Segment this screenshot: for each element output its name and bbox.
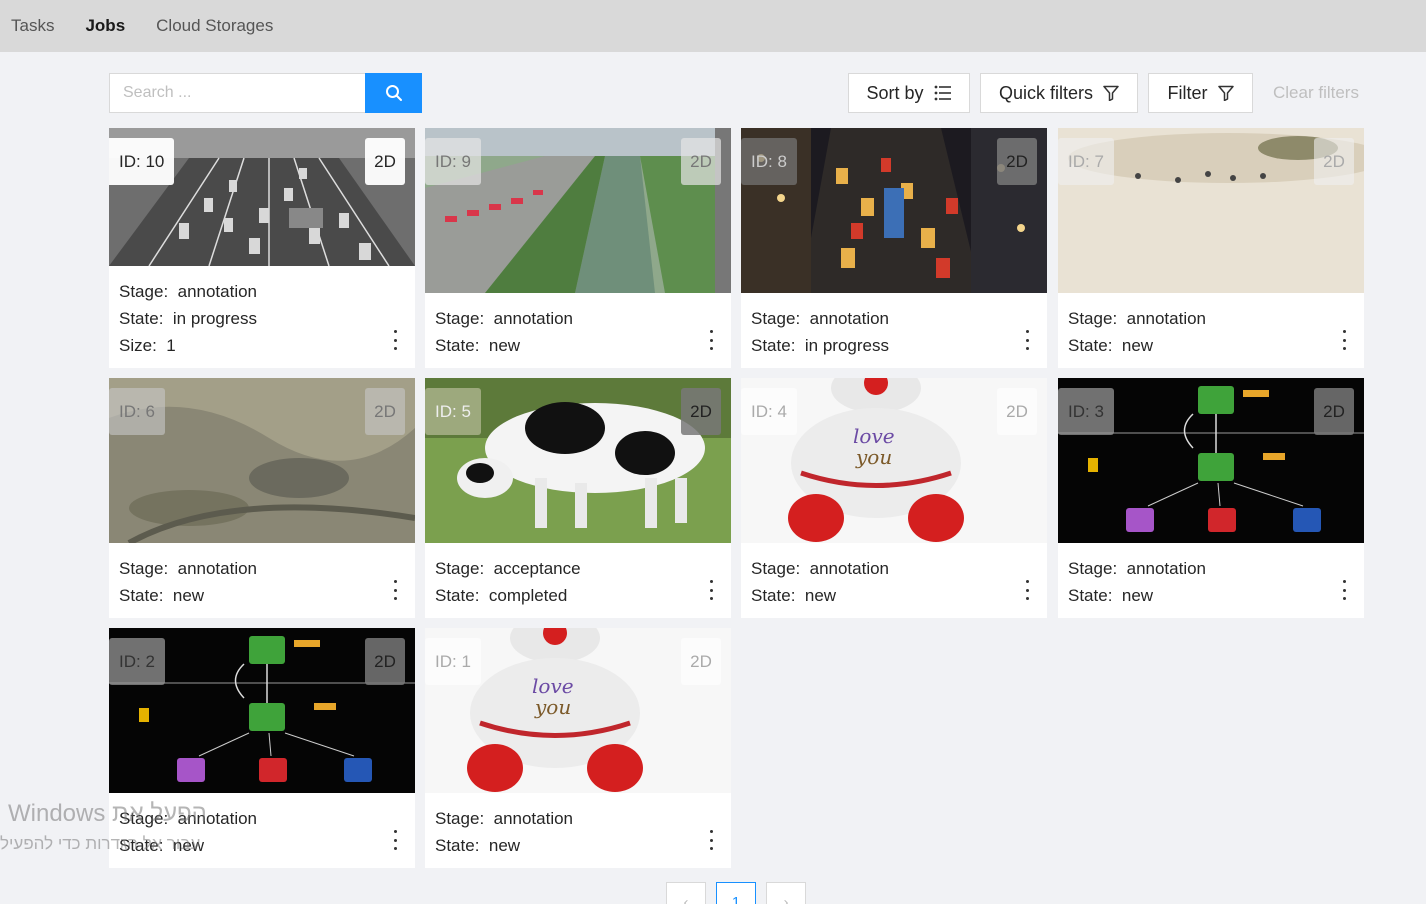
more-actions-icon[interactable]	[705, 330, 717, 350]
job-id-badge: ID: 4	[741, 388, 797, 435]
dimension-badge: 2D	[365, 388, 405, 435]
more-actions-icon[interactable]	[389, 580, 401, 600]
more-actions-icon[interactable]	[389, 830, 401, 850]
job-stage: Stage: annotation	[435, 809, 574, 828]
job-card[interactable]: love you ID: 1 2D Stage: annotation Stat…	[425, 628, 731, 868]
filter-label: Filter	[1167, 82, 1208, 103]
job-state: State: new	[435, 836, 521, 855]
job-card[interactable]: love you ID: 4 2D Stage: annotation Stat…	[741, 378, 1047, 618]
dimension-badge: 2D	[997, 388, 1037, 435]
funnel-icon	[1217, 85, 1234, 101]
dimension-badge: 2D	[681, 638, 721, 685]
more-actions-icon[interactable]	[705, 580, 717, 600]
job-stage: Stage: annotation	[119, 282, 258, 301]
dimension-badge: 2D	[1314, 138, 1354, 185]
job-thumbnail[interactable]: love you ID: 4 2D	[741, 378, 1047, 543]
job-stage: Stage: annotation	[119, 559, 258, 578]
pagination-page-button[interactable]: 1	[716, 882, 756, 904]
filter-button[interactable]: Filter	[1148, 73, 1253, 113]
job-thumbnail[interactable]: ID: 10 2D	[109, 128, 415, 266]
dimension-badge: 2D	[997, 138, 1037, 185]
dimension-badge: 2D	[681, 138, 721, 185]
job-card[interactable]: ID: 3 2D Stage: annotation State: new	[1058, 378, 1364, 618]
more-actions-icon[interactable]	[705, 830, 717, 850]
job-stage: Stage: annotation	[119, 809, 258, 828]
nav-tab-jobs[interactable]: Jobs	[85, 16, 125, 36]
job-stage: Stage: annotation	[435, 309, 574, 328]
clear-filters-link[interactable]: Clear filters	[1273, 83, 1359, 103]
job-thumbnail[interactable]: ID: 3 2D	[1058, 378, 1364, 543]
dimension-badge: 2D	[681, 388, 721, 435]
job-thumbnail[interactable]: love you ID: 1 2D	[425, 628, 731, 793]
pagination-prev-button[interactable]: ‹	[666, 882, 706, 904]
sort-by-button[interactable]: Sort by	[848, 73, 970, 113]
job-id-badge: ID: 8	[741, 138, 797, 185]
job-state: State: new	[751, 586, 837, 605]
job-card[interactable]: ID: 7 2D Stage: annotation State: new	[1058, 128, 1364, 368]
job-stage: Stage: annotation	[1068, 309, 1207, 328]
funnel-icon	[1103, 85, 1119, 101]
search-icon	[385, 85, 402, 101]
job-thumbnail[interactable]: ID: 9 2D	[425, 128, 731, 293]
nav-tab-tasks[interactable]: Tasks	[11, 16, 54, 36]
job-state: State: in progress	[751, 336, 889, 355]
dimension-badge: 2D	[1314, 388, 1354, 435]
job-state: State: new	[1068, 586, 1154, 605]
job-id-badge: ID: 2	[109, 638, 165, 685]
job-state: State: new	[1068, 336, 1154, 355]
job-stage: Stage: annotation	[1068, 559, 1207, 578]
job-id-badge: ID: 3	[1058, 388, 1114, 435]
svg-text:you: you	[534, 695, 571, 719]
dimension-badge: 2D	[365, 138, 405, 185]
search-bar	[109, 73, 422, 113]
job-thumbnail[interactable]: ID: 5 2D	[425, 378, 731, 543]
job-stage: Stage: annotation	[751, 559, 890, 578]
pagination-next-button[interactable]: ›	[766, 882, 806, 904]
job-thumbnail[interactable]: ID: 2 2D	[109, 628, 415, 793]
job-state: State: new	[119, 586, 205, 605]
sort-list-icon	[934, 85, 951, 101]
job-id-badge: ID: 7	[1058, 138, 1114, 185]
job-id-badge: ID: 9	[425, 138, 481, 185]
more-actions-icon[interactable]	[389, 330, 401, 350]
job-thumbnail[interactable]: ID: 7 2D	[1058, 128, 1364, 293]
job-state: State: in progress	[119, 309, 257, 328]
job-state: State: new	[119, 836, 205, 855]
job-stage: Stage: annotation	[751, 309, 890, 328]
dimension-badge: 2D	[365, 638, 405, 685]
quick-filters-button[interactable]: Quick filters	[980, 73, 1138, 113]
job-card[interactable]: ID: 2 2D Stage: annotation State: new	[109, 628, 415, 868]
job-id-badge: ID: 1	[425, 638, 481, 685]
job-card[interactable]: ID: 8 2D Stage: annotation State: in pro…	[741, 128, 1047, 368]
top-navigation: Tasks Jobs Cloud Storages	[0, 0, 1426, 52]
job-id-badge: ID: 10	[109, 138, 175, 185]
job-id-badge: ID: 5	[425, 388, 481, 435]
search-input[interactable]	[109, 73, 365, 113]
quick-filters-label: Quick filters	[998, 82, 1094, 103]
job-thumbnail[interactable]: ID: 6 2D	[109, 378, 415, 543]
job-card[interactable]: ID: 10 2D Stage: annotation State: in pr…	[109, 128, 415, 368]
job-state: State: new	[435, 336, 521, 355]
job-card[interactable]: ID: 5 2D Stage: acceptance State: comple…	[425, 378, 731, 618]
more-actions-icon[interactable]	[1021, 580, 1033, 600]
job-stage: Stage: acceptance	[435, 559, 581, 578]
more-actions-icon[interactable]	[1338, 330, 1350, 350]
search-button[interactable]	[365, 73, 422, 113]
job-state: State: completed	[435, 586, 568, 605]
more-actions-icon[interactable]	[1338, 580, 1350, 600]
job-thumbnail[interactable]: ID: 8 2D	[741, 128, 1047, 293]
svg-text:you: you	[855, 445, 892, 469]
job-card[interactable]: ID: 9 2D Stage: annotation State: new	[425, 128, 731, 368]
more-actions-icon[interactable]	[1021, 330, 1033, 350]
job-id-badge: ID: 6	[109, 388, 165, 435]
job-size: Size: 1	[119, 336, 176, 355]
job-card[interactable]: ID: 6 2D Stage: annotation State: new	[109, 378, 415, 618]
nav-tab-cloud-storages[interactable]: Cloud Storages	[156, 16, 273, 36]
sort-by-label: Sort by	[866, 82, 924, 103]
